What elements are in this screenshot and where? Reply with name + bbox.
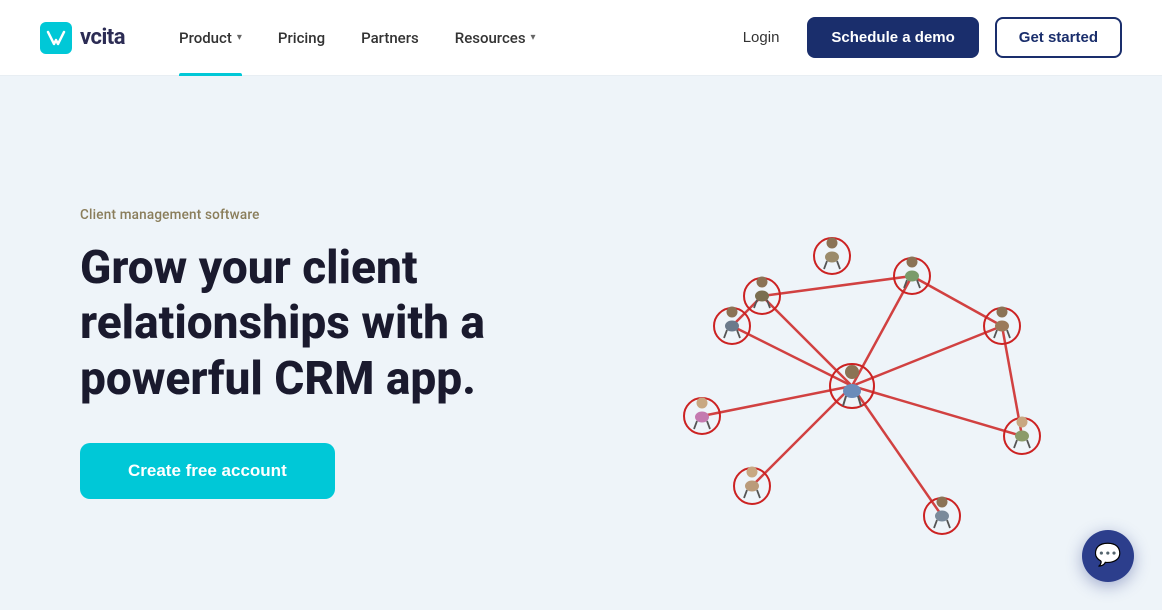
logo-link[interactable]: vcita bbox=[40, 22, 125, 54]
hero-image bbox=[602, 116, 1102, 576]
person-top-right bbox=[904, 257, 920, 289]
hero-subtitle: Client management software bbox=[80, 207, 600, 223]
resources-chevron-icon: ▾ bbox=[531, 32, 536, 43]
nav-item-pricing[interactable]: Pricing bbox=[260, 0, 343, 76]
hero-section: Client management software Grow your cli… bbox=[0, 76, 1162, 610]
nav-right: Login Schedule a demo Get started bbox=[731, 17, 1122, 58]
get-started-button[interactable]: Get started bbox=[995, 17, 1122, 58]
hero-content: Client management software Grow your cli… bbox=[80, 207, 600, 499]
person-bottom-right bbox=[934, 497, 950, 529]
vcita-logo-icon bbox=[40, 22, 72, 54]
nav-item-partners[interactable]: Partners bbox=[343, 0, 437, 76]
logo-text: vcita bbox=[80, 25, 125, 50]
person-bottom-left bbox=[744, 467, 760, 499]
network-visualization bbox=[602, 116, 1102, 576]
person-left bbox=[694, 398, 710, 430]
login-button[interactable]: Login bbox=[731, 21, 792, 54]
nav-links: Product ▾ Pricing Partners Resources ▾ bbox=[161, 0, 731, 76]
nav-item-product[interactable]: Product ▾ bbox=[161, 0, 260, 76]
person-upper-left-2 bbox=[724, 307, 740, 339]
schedule-demo-button[interactable]: Schedule a demo bbox=[807, 17, 978, 58]
product-chevron-icon: ▾ bbox=[237, 32, 242, 43]
person-top-left bbox=[754, 277, 770, 309]
chat-icon: 💬 bbox=[1094, 545, 1121, 567]
person-top bbox=[824, 238, 840, 270]
create-account-button[interactable]: Create free account bbox=[80, 443, 335, 499]
nav-item-resources[interactable]: Resources ▾ bbox=[437, 0, 554, 76]
navbar: vcita Product ▾ Pricing Partners Resourc… bbox=[0, 0, 1162, 76]
chat-widget[interactable]: 💬 bbox=[1082, 530, 1134, 582]
hero-title: Grow your client relationships with a po… bbox=[80, 241, 560, 407]
person-far-right bbox=[1014, 417, 1030, 449]
person-center bbox=[843, 365, 861, 406]
